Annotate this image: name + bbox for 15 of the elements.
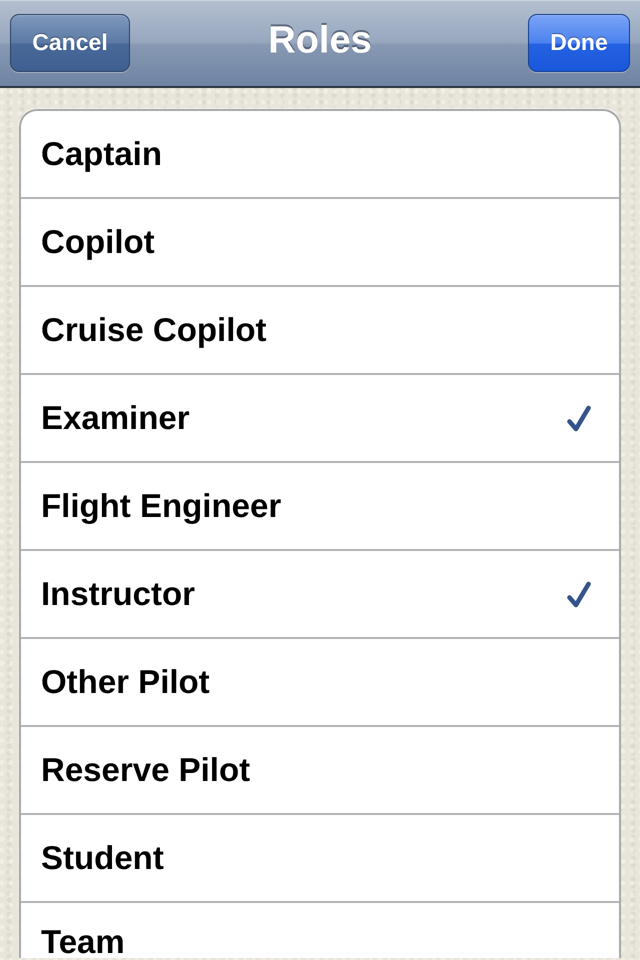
role-list-item[interactable]: Captain bbox=[21, 111, 619, 199]
checkmark-icon bbox=[567, 580, 591, 608]
role-list-item[interactable]: Examiner bbox=[21, 375, 619, 463]
role-list-item[interactable]: Student bbox=[21, 815, 619, 903]
role-list-item[interactable]: Copilot bbox=[21, 199, 619, 287]
role-list-item[interactable]: Instructor bbox=[21, 551, 619, 639]
role-list-item[interactable]: Other Pilot bbox=[21, 639, 619, 727]
navigation-title: Roles bbox=[268, 20, 372, 62]
role-list-item[interactable]: Reserve Pilot bbox=[21, 727, 619, 815]
checkmark-icon bbox=[567, 404, 591, 432]
role-list-item[interactable]: Flight Engineer bbox=[21, 463, 619, 551]
done-button[interactable]: Done bbox=[528, 14, 630, 72]
role-list-item[interactable]: Team bbox=[21, 903, 619, 958]
cancel-button[interactable]: Cancel bbox=[10, 14, 130, 72]
role-list-item[interactable]: Cruise Copilot bbox=[21, 287, 619, 375]
